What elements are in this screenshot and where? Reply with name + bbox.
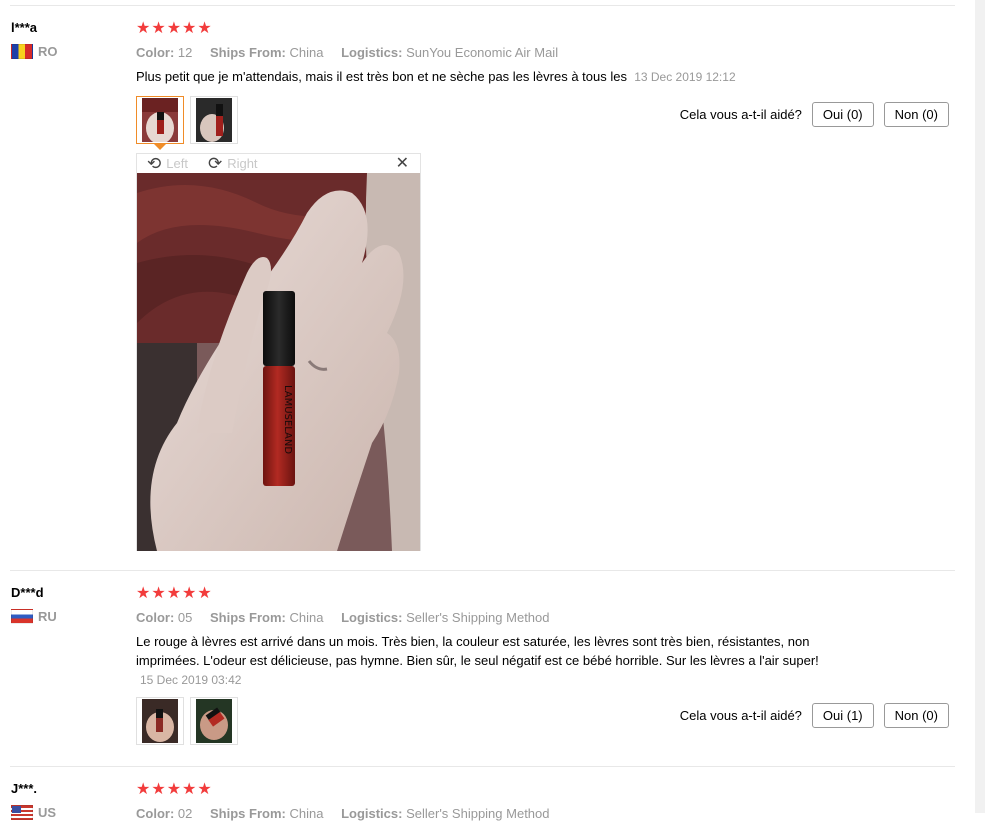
lipstick-print: LAMUSELAND bbox=[282, 385, 293, 454]
helpful-label: Cela vous a-t-il aidé? bbox=[679, 107, 802, 122]
photo-viewer: ⟲ Left ⟳ Right ✕ LAMUSELAND bbox=[136, 153, 421, 551]
ships-from-value: China bbox=[289, 610, 324, 625]
reviewer-name: D***d bbox=[11, 585, 44, 600]
logistics-value: Seller's Shipping Method bbox=[406, 806, 550, 821]
logistics-value: SunYou Economic Air Mail bbox=[406, 45, 559, 60]
ships-from-value: China bbox=[289, 45, 324, 60]
color-label: Color: bbox=[136, 45, 175, 60]
color-value: 12 bbox=[177, 45, 193, 60]
reviewer-country: RO bbox=[11, 44, 58, 59]
reviewer-country: RU bbox=[11, 609, 57, 624]
lipstick-hand-photo bbox=[142, 98, 178, 142]
review-content: ★★★★★ Color: 02 Ships From: China Logist… bbox=[136, 781, 951, 821]
logistics-label: Logistics: bbox=[341, 806, 403, 821]
divider bbox=[10, 570, 955, 571]
active-thumb-caret bbox=[154, 144, 166, 150]
review-photo-large: LAMUSELAND bbox=[137, 173, 420, 551]
rotate-right-label[interactable]: Right bbox=[227, 156, 257, 171]
reviewer-name: l***a bbox=[11, 20, 38, 35]
color-label: Color: bbox=[136, 610, 175, 625]
reviewer-info: J***. US bbox=[11, 781, 56, 820]
review-date: 13 Dec 2019 12:12 bbox=[634, 70, 736, 84]
logistics-value: Seller's Shipping Method bbox=[406, 610, 550, 625]
review-text: Plus petit que je m'attendais, mais il e… bbox=[136, 67, 951, 87]
review-photo-thumb[interactable] bbox=[190, 96, 238, 144]
rotate-left-icon[interactable]: ⟲ bbox=[147, 155, 161, 172]
review-photo-thumb[interactable] bbox=[190, 697, 238, 745]
review-body: Plus petit que je m'attendais, mais il e… bbox=[136, 69, 627, 84]
reviewer-name: J***. bbox=[11, 781, 38, 796]
review-date: 15 Dec 2019 03:42 bbox=[140, 673, 242, 687]
helpful-yes-button[interactable]: Oui (1) bbox=[811, 703, 874, 728]
lipstick-hand-photo bbox=[196, 699, 232, 743]
ships-from-label: Ships From: bbox=[210, 45, 286, 60]
color-value: 05 bbox=[177, 610, 193, 625]
rotate-right-icon[interactable]: ⟳ bbox=[208, 155, 222, 172]
helpful-no-button[interactable]: Non (0) bbox=[883, 703, 949, 728]
helpful-label: Cela vous a-t-il aidé? bbox=[679, 708, 802, 723]
reviewer-info: l***a RO bbox=[11, 20, 58, 59]
ships-from-label: Ships From: bbox=[210, 806, 286, 821]
flag-ro-icon bbox=[11, 44, 33, 59]
flag-ru-icon bbox=[11, 609, 33, 624]
review-photo-thumb[interactable] bbox=[136, 697, 184, 745]
logistics-label: Logistics: bbox=[341, 610, 403, 625]
helpful-vote: Cela vous a-t-il aidé? Oui (1) Non (0) bbox=[680, 703, 949, 728]
review-photo-thumb[interactable] bbox=[136, 96, 184, 150]
review-photos bbox=[136, 96, 238, 150]
page-scrollbar[interactable] bbox=[975, 0, 985, 813]
helpful-no-button[interactable]: Non (0) bbox=[883, 102, 949, 127]
reviewer-info: D***d RU bbox=[11, 585, 57, 624]
review-content: ★★★★★ Color: 12 Ships From: China Logist… bbox=[136, 20, 951, 87]
divider bbox=[10, 5, 955, 6]
star-rating: ★★★★★ bbox=[136, 781, 213, 798]
lipstick-hand-photo bbox=[142, 699, 178, 743]
country-code: RU bbox=[38, 609, 57, 624]
star-rating: ★★★★★ bbox=[136, 20, 213, 37]
review-content: ★★★★★ Color: 05 Ships From: China Logist… bbox=[136, 585, 951, 690]
country-code: RO bbox=[38, 44, 58, 59]
rotate-left-label[interactable]: Left bbox=[166, 156, 188, 171]
review-text: Le rouge à lèvres est arrivé dans un moi… bbox=[136, 632, 856, 690]
helpful-yes-button[interactable]: Oui (0) bbox=[811, 102, 874, 127]
color-value: 02 bbox=[177, 806, 193, 821]
logistics-label: Logistics: bbox=[341, 45, 403, 60]
photo-viewer-toolbar: ⟲ Left ⟳ Right bbox=[137, 154, 420, 173]
helpful-vote: Cela vous a-t-il aidé? Oui (0) Non (0) bbox=[680, 102, 949, 127]
close-icon[interactable]: ✕ bbox=[396, 154, 409, 173]
divider bbox=[10, 766, 955, 767]
color-label: Color: bbox=[136, 806, 175, 821]
ships-from-value: China bbox=[289, 806, 324, 821]
review-meta: Color: 12 Ships From: China Logistics: S… bbox=[136, 45, 951, 60]
lipstick-photo bbox=[196, 98, 232, 142]
review-photos bbox=[136, 697, 238, 745]
review-meta: Color: 05 Ships From: China Logistics: S… bbox=[136, 610, 951, 625]
ships-from-label: Ships From: bbox=[210, 610, 286, 625]
review-body: Le rouge à lèvres est arrivé dans un moi… bbox=[136, 634, 819, 668]
star-rating: ★★★★★ bbox=[136, 585, 213, 602]
review-meta: Color: 02 Ships From: China Logistics: S… bbox=[136, 806, 951, 821]
